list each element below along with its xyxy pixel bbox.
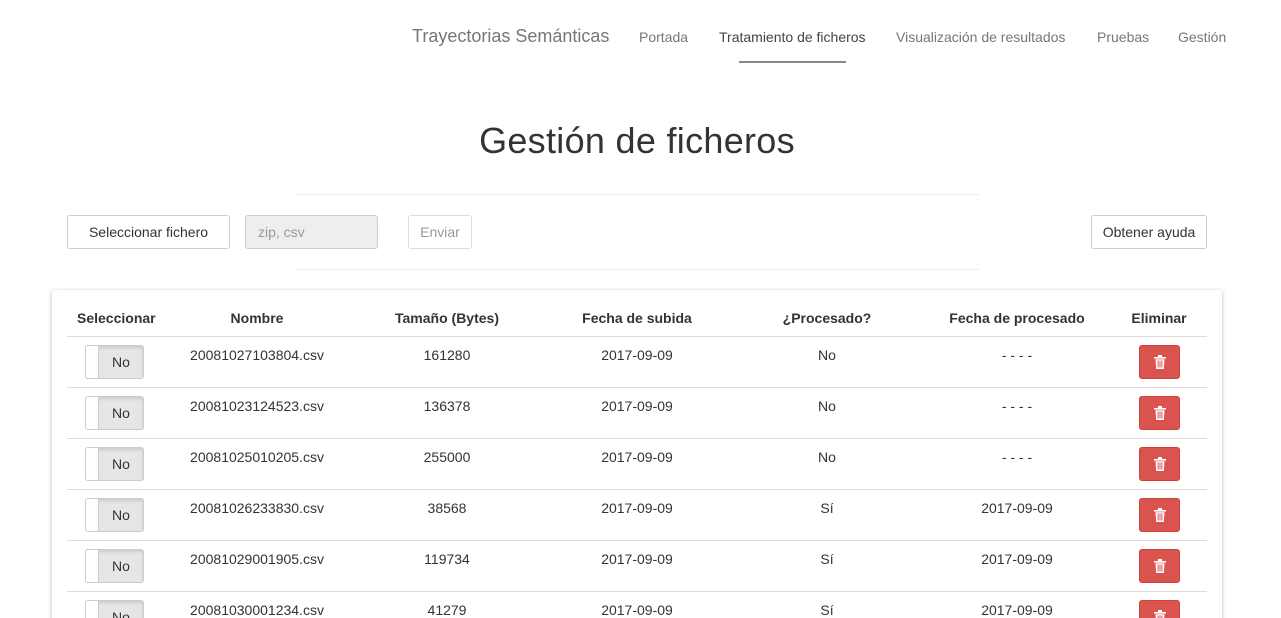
nav-item-tratamiento[interactable]: Tratamiento de ficheros — [719, 29, 866, 45]
trash-icon — [1153, 508, 1166, 522]
cell-processed: Sí — [820, 500, 834, 516]
trash-icon — [1153, 559, 1166, 573]
cell-size: 41279 — [427, 602, 467, 618]
divider-bottom — [296, 269, 979, 270]
cell-processed-date: - - - - — [1001, 398, 1033, 414]
trash-icon — [1153, 406, 1166, 420]
files-table-panel: Seleccionar Nombre Tamaño (Bytes) Fecha … — [52, 290, 1222, 618]
select-toggle[interactable]: No — [85, 498, 144, 532]
header-select: Seleccionar — [77, 310, 156, 326]
file-input-placeholder: zip, csv — [258, 224, 305, 240]
cell-size: 161280 — [423, 347, 471, 363]
delete-button[interactable] — [1139, 447, 1180, 481]
toggle-label: No — [112, 558, 130, 574]
delete-button[interactable] — [1139, 345, 1180, 379]
cell-upload-date: 2017-09-09 — [601, 551, 673, 567]
cell-processed: Sí — [820, 602, 834, 618]
toggle-handle — [86, 397, 99, 429]
table-row: No 20081030001234.csv 41279 2017-09-09 Sí 201… — [67, 591, 1207, 618]
toggle-label: No — [112, 405, 130, 421]
cell-processed: No — [818, 398, 836, 414]
active-nav-indicator — [739, 61, 846, 63]
delete-button[interactable] — [1139, 600, 1180, 618]
file-name-input[interactable]: zip, csv — [245, 215, 378, 249]
nav-item-portada[interactable]: Portada — [639, 29, 688, 45]
nav-item-pruebas[interactable]: Pruebas — [1097, 29, 1149, 45]
cell-upload-date: 2017-09-09 — [601, 602, 673, 618]
cell-name: 20081029001905.csv — [190, 551, 324, 567]
toggle-handle — [86, 601, 99, 618]
cell-processed-date: 2017-09-09 — [981, 602, 1053, 618]
header-delete: Eliminar — [1131, 310, 1187, 326]
cell-processed: Sí — [820, 551, 834, 567]
select-toggle[interactable]: No — [85, 447, 144, 481]
cell-name: 20081023124523.csv — [190, 398, 324, 414]
send-button[interactable]: Enviar — [408, 215, 472, 249]
select-toggle[interactable]: No — [85, 345, 144, 379]
nav-item-gestion[interactable]: Gestión — [1178, 29, 1226, 45]
header-name: Nombre — [230, 310, 284, 326]
cell-size: 38568 — [427, 500, 467, 516]
header-upload-date: Fecha de subida — [582, 310, 692, 326]
nav-item-visualizacion[interactable]: Visualización de resultados — [896, 29, 1065, 45]
trash-icon — [1153, 355, 1166, 369]
delete-button[interactable] — [1139, 549, 1180, 583]
toggle-label: No — [112, 354, 130, 370]
divider-top — [296, 194, 979, 195]
table-row: No 20081029001905.csv 119734 2017-09-09 Sí 20… — [67, 540, 1207, 591]
trash-icon — [1153, 610, 1166, 618]
toggle-label: No — [112, 456, 130, 472]
cell-name: 20081026233830.csv — [190, 500, 324, 516]
top-navbar: Trayectorias Semánticas Portada Tratamie… — [0, 0, 1281, 70]
help-button[interactable]: Obtener ayuda — [1091, 215, 1207, 249]
toggle-label: No — [112, 609, 130, 618]
table-row: No 20081025010205.csv 255000 2017-09-09 No - … — [67, 438, 1207, 489]
header-processed: ¿Procesado? — [782, 310, 872, 326]
cell-upload-date: 2017-09-09 — [601, 347, 673, 363]
table-row: No 20081023124523.csv 136378 2017-09-09 No - … — [67, 387, 1207, 438]
header-size: Tamaño (Bytes) — [395, 310, 499, 326]
cell-name: 20081030001234.csv — [190, 602, 324, 618]
cell-upload-date: 2017-09-09 — [601, 500, 673, 516]
table-row: No 20081027103804.csv 161280 2017-09-09 No - … — [67, 336, 1207, 387]
cell-processed-date: - - - - — [1001, 347, 1033, 363]
cell-name: 20081027103804.csv — [190, 347, 324, 363]
toggle-handle — [86, 499, 99, 531]
app-root: Trayectorias Semánticas Portada Tratamie… — [0, 0, 1281, 618]
trash-icon — [1153, 457, 1166, 471]
header-processed-date: Fecha de procesado — [949, 310, 1085, 326]
cell-processed-date: - - - - — [1001, 449, 1033, 465]
cell-processed-date: 2017-09-09 — [981, 500, 1053, 516]
cell-processed: No — [818, 347, 836, 363]
select-file-button[interactable]: Seleccionar fichero — [67, 215, 230, 249]
toggle-handle — [86, 346, 99, 378]
select-toggle[interactable]: No — [85, 396, 144, 430]
cell-processed: No — [818, 449, 836, 465]
cell-name: 20081025010205.csv — [190, 449, 324, 465]
cell-upload-date: 2017-09-09 — [601, 449, 673, 465]
cell-upload-date: 2017-09-09 — [601, 398, 673, 414]
cell-size: 119734 — [424, 551, 470, 567]
select-toggle[interactable]: No — [85, 600, 144, 618]
cell-size: 136378 — [423, 398, 471, 414]
select-toggle[interactable]: No — [85, 549, 144, 583]
page-title: Gestión de ficheros — [479, 120, 795, 161]
delete-button[interactable] — [1139, 498, 1180, 532]
table-row: No 20081026233830.csv 38568 2017-09-09 Sí 201… — [67, 489, 1207, 540]
toggle-handle — [86, 448, 99, 480]
cell-size: 255000 — [423, 449, 471, 465]
cell-processed-date: 2017-09-09 — [981, 551, 1053, 567]
toggle-label: No — [112, 507, 130, 523]
toggle-handle — [86, 550, 99, 582]
brand-link[interactable]: Trayectorias Semánticas — [412, 26, 609, 47]
delete-button[interactable] — [1139, 396, 1180, 430]
